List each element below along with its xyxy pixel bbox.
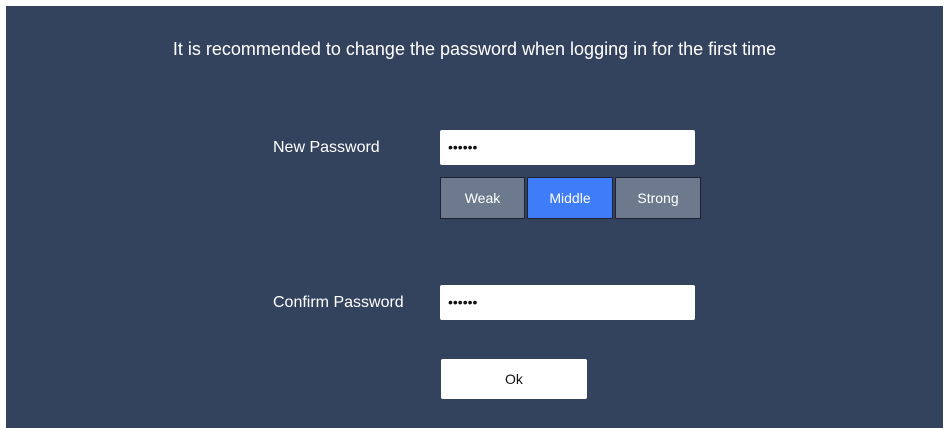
new-password-label: New Password: [273, 139, 380, 156]
confirm-password-label: Confirm Password: [273, 294, 404, 311]
strength-strong: Strong: [615, 177, 701, 219]
password-strength-meter: Weak Middle Strong: [440, 177, 701, 219]
new-password-input[interactable]: [440, 130, 695, 165]
strength-middle: Middle: [527, 177, 613, 219]
strength-weak: Weak: [440, 177, 525, 219]
first-login-notice: It is recommended to change the password…: [172, 39, 777, 59]
confirm-password-input[interactable]: [440, 285, 695, 320]
password-change-panel: It is recommended to change the password…: [6, 6, 943, 428]
ok-button[interactable]: Ok: [441, 359, 587, 399]
